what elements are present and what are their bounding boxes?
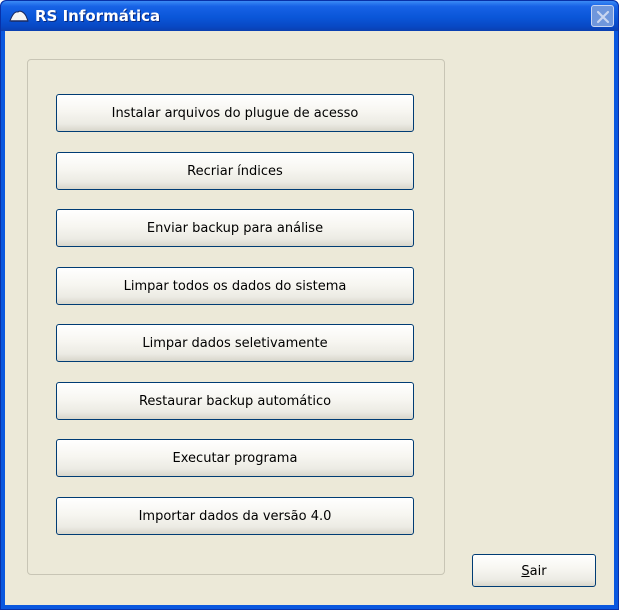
close-button[interactable] bbox=[591, 5, 614, 27]
import-v4-data-button[interactable]: Importar dados da versão 4.0 bbox=[56, 497, 414, 535]
app-window: RS Informática Instalar arquivos do plug… bbox=[0, 0, 619, 610]
exit-button[interactable]: Sair bbox=[472, 554, 596, 587]
window-title: RS Informática bbox=[35, 7, 161, 25]
clear-all-data-button[interactable]: Limpar todos os dados do sistema bbox=[56, 267, 414, 305]
dialog-body: Instalar arquivos do plugue de acesso Re… bbox=[5, 31, 614, 605]
rebuild-indexes-button[interactable]: Recriar índices bbox=[56, 152, 414, 190]
send-backup-button[interactable]: Enviar backup para análise bbox=[56, 209, 414, 247]
restore-auto-backup-button[interactable]: Restaurar backup automático bbox=[56, 382, 414, 420]
exit-label-rest: air bbox=[529, 564, 547, 579]
clear-data-selectively-button[interactable]: Limpar dados seletivamente bbox=[56, 324, 414, 362]
app-hat-icon bbox=[9, 8, 29, 24]
title-bar[interactable]: RS Informática bbox=[1, 1, 618, 31]
close-icon bbox=[596, 10, 610, 24]
exit-mnemonic: S bbox=[521, 564, 530, 579]
install-access-plugin-button[interactable]: Instalar arquivos do plugue de acesso bbox=[56, 94, 414, 132]
run-program-button[interactable]: Executar programa bbox=[56, 439, 414, 477]
